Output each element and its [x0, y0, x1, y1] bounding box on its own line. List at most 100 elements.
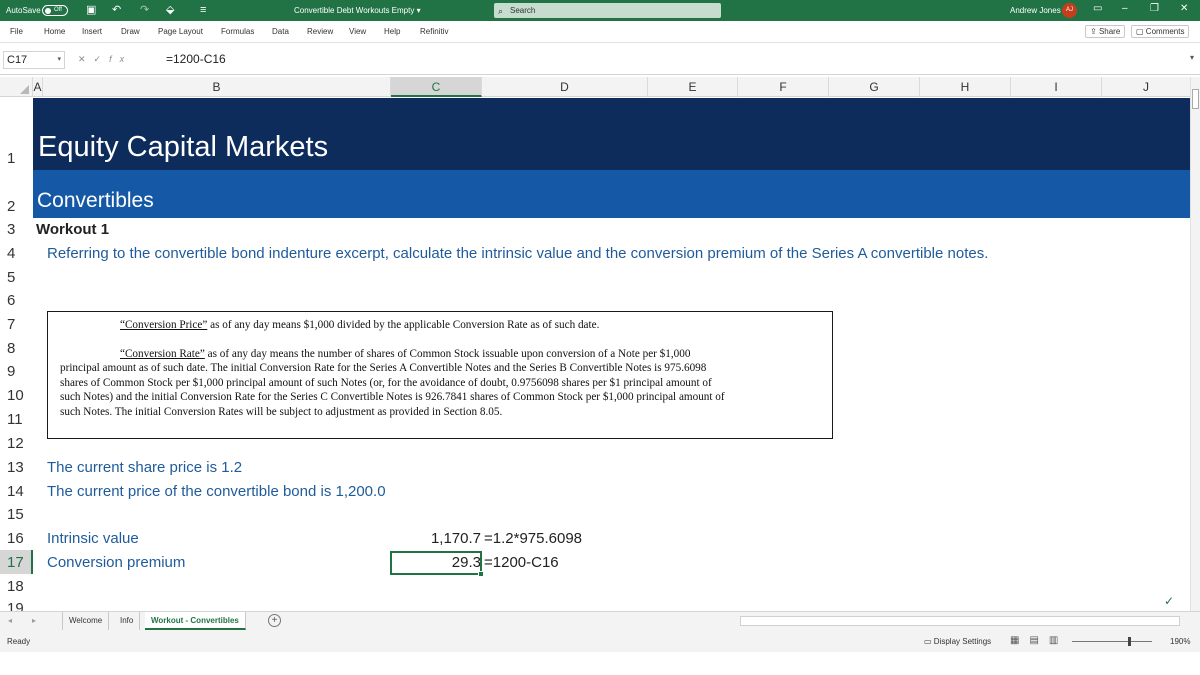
- tab-help[interactable]: Help: [384, 27, 400, 36]
- column-header-j[interactable]: J: [1102, 77, 1190, 97]
- search-icon: ⌕: [498, 6, 504, 16]
- share-icon: ⇪: [1090, 27, 1097, 36]
- formula-input[interactable]: =1200-C16: [166, 52, 226, 66]
- sheet-tabs-bar: ◂ ▸ Welcome Info Workout - Convertibles …: [0, 611, 1200, 630]
- row-header-18[interactable]: 18: [0, 574, 33, 598]
- row-header-16[interactable]: 16: [0, 526, 33, 550]
- share-price-text[interactable]: The current share price is 1.2: [47, 459, 242, 476]
- column-header-d[interactable]: D: [482, 77, 648, 97]
- comments-button[interactable]: ▢ Comments: [1131, 25, 1190, 38]
- sheet-tab-workout-convertibles[interactable]: Workout - Convertibles: [145, 612, 246, 630]
- row-header-2[interactable]: 2: [0, 170, 33, 218]
- undo-icon[interactable]: ↶: [112, 4, 121, 16]
- intrinsic-value-cell[interactable]: 1,170.7: [431, 530, 481, 547]
- row-header-11[interactable]: 11: [0, 407, 33, 431]
- share-button[interactable]: ⇪ Share: [1085, 25, 1126, 38]
- redo-icon[interactable]: ↷: [140, 4, 149, 16]
- customize-toolbar-icon[interactable]: ≡: [200, 4, 206, 16]
- row-header-6[interactable]: 6: [0, 289, 33, 312]
- name-box[interactable]: C17 ▾: [3, 51, 65, 69]
- intrinsic-value-label[interactable]: Intrinsic value: [47, 530, 139, 547]
- ribbon-tabs: File Home Insert Draw Page Layout Formul…: [0, 21, 1200, 43]
- document-title[interactable]: Convertible Debt Workouts Empty ▾: [294, 6, 421, 15]
- question-text[interactable]: Referring to the convertible bond indent…: [47, 245, 988, 262]
- minimize-icon[interactable]: –: [1122, 3, 1128, 14]
- conversion-premium-label[interactable]: Conversion premium: [47, 554, 185, 571]
- search-box[interactable]: ⌕ Search: [494, 3, 721, 18]
- horizontal-scrollbar[interactable]: [740, 616, 1180, 626]
- column-header-e[interactable]: E: [648, 77, 738, 97]
- bond-price-text[interactable]: The current price of the convertible bon…: [47, 483, 386, 500]
- row-header-7[interactable]: 7: [0, 312, 33, 336]
- conversion-premium-formula-cell[interactable]: =1200-C16: [484, 554, 559, 571]
- conversion-rate-term: “Conversion Rate”: [120, 348, 205, 360]
- select-all-corner[interactable]: [0, 77, 33, 97]
- tab-home[interactable]: Home: [44, 27, 65, 36]
- tab-view[interactable]: View: [349, 27, 366, 36]
- sheet-tab-welcome[interactable]: Welcome: [62, 612, 110, 630]
- column-header-c[interactable]: C: [391, 77, 482, 97]
- zoom-slider-handle[interactable]: [1128, 637, 1131, 646]
- next-sheet-icon[interactable]: ▸: [32, 616, 36, 625]
- fill-handle[interactable]: [478, 571, 484, 577]
- prev-sheet-icon[interactable]: ◂: [8, 616, 12, 625]
- row-header-4[interactable]: 4: [0, 241, 33, 265]
- row-header-10[interactable]: 10: [0, 383, 33, 407]
- restore-icon[interactable]: ❐: [1150, 3, 1159, 14]
- sheet-title[interactable]: Equity Capital Markets: [38, 131, 328, 164]
- row-header-12[interactable]: 12: [0, 431, 33, 455]
- close-icon[interactable]: ✕: [1180, 3, 1188, 14]
- row-header-14[interactable]: 14: [0, 479, 33, 503]
- normal-view-icon[interactable]: ▦: [1010, 635, 1029, 646]
- insert-function-icon[interactable]: fx: [109, 54, 132, 64]
- column-header-f[interactable]: F: [738, 77, 829, 97]
- zoom-slider[interactable]: [1072, 641, 1152, 642]
- tab-data[interactable]: Data: [272, 27, 289, 36]
- row-header-1[interactable]: 1: [0, 98, 33, 170]
- tab-review[interactable]: Review: [307, 27, 333, 36]
- ribbon-display-icon[interactable]: ▭: [1093, 3, 1102, 14]
- autosave-toggle[interactable]: Off: [42, 5, 68, 16]
- row-header-5[interactable]: 5: [0, 265, 33, 289]
- page-break-view-icon[interactable]: ▥: [1049, 635, 1068, 646]
- intrinsic-formula-cell[interactable]: =1.2*975.6098: [484, 530, 582, 547]
- column-header-g[interactable]: G: [829, 77, 920, 97]
- row-header-13[interactable]: 13: [0, 455, 33, 479]
- column-header-b[interactable]: B: [43, 77, 391, 97]
- row-header-17[interactable]: 17: [0, 550, 33, 574]
- row-header-15[interactable]: 15: [0, 503, 33, 526]
- toggle-knob-icon: [45, 8, 51, 14]
- tab-draw[interactable]: Draw: [121, 27, 140, 36]
- add-sheet-icon[interactable]: +: [268, 614, 281, 627]
- active-cell-border[interactable]: [390, 551, 484, 577]
- row-header-3[interactable]: 3: [0, 218, 33, 241]
- sheet-subtitle[interactable]: Convertibles: [37, 189, 154, 213]
- sheet-tab-info[interactable]: Info: [114, 612, 141, 630]
- touch-mode-icon[interactable]: ⬙: [166, 4, 174, 16]
- page-layout-view-icon[interactable]: ▤: [1029, 635, 1048, 646]
- column-header-i[interactable]: I: [1011, 77, 1102, 97]
- row-header-19[interactable]: 19: [0, 598, 33, 611]
- workout-heading[interactable]: Workout 1: [36, 221, 109, 238]
- tab-refinitiv[interactable]: Refinitiv: [420, 27, 448, 36]
- avatar[interactable]: AJ: [1062, 3, 1077, 18]
- display-settings-button[interactable]: ▭ Display Settings: [924, 637, 991, 646]
- zoom-level[interactable]: 190%: [1170, 637, 1190, 646]
- vertical-scrollbar[interactable]: [1190, 77, 1200, 611]
- row-header-9[interactable]: 9: [0, 360, 33, 383]
- cancel-icon[interactable]: ✕: [78, 54, 94, 64]
- tab-file[interactable]: File: [10, 27, 23, 36]
- enter-icon[interactable]: ✓: [94, 54, 110, 64]
- save-icon[interactable]: ▣: [86, 4, 96, 16]
- user-name[interactable]: Andrew Jones: [1010, 6, 1061, 15]
- scroll-thumb[interactable]: [1192, 89, 1199, 109]
- tab-formulas[interactable]: Formulas: [221, 27, 254, 36]
- indenture-excerpt-box[interactable]: “Conversion Price” as of any day means $…: [47, 311, 833, 439]
- column-header-h[interactable]: H: [920, 77, 1011, 97]
- chevron-down-icon[interactable]: ▾: [57, 52, 61, 68]
- column-header-a[interactable]: A: [33, 77, 43, 97]
- tab-insert[interactable]: Insert: [82, 27, 102, 36]
- row-header-8[interactable]: 8: [0, 336, 33, 360]
- expand-formula-icon[interactable]: ▾: [1190, 53, 1194, 62]
- tab-page-layout[interactable]: Page Layout: [158, 27, 203, 36]
